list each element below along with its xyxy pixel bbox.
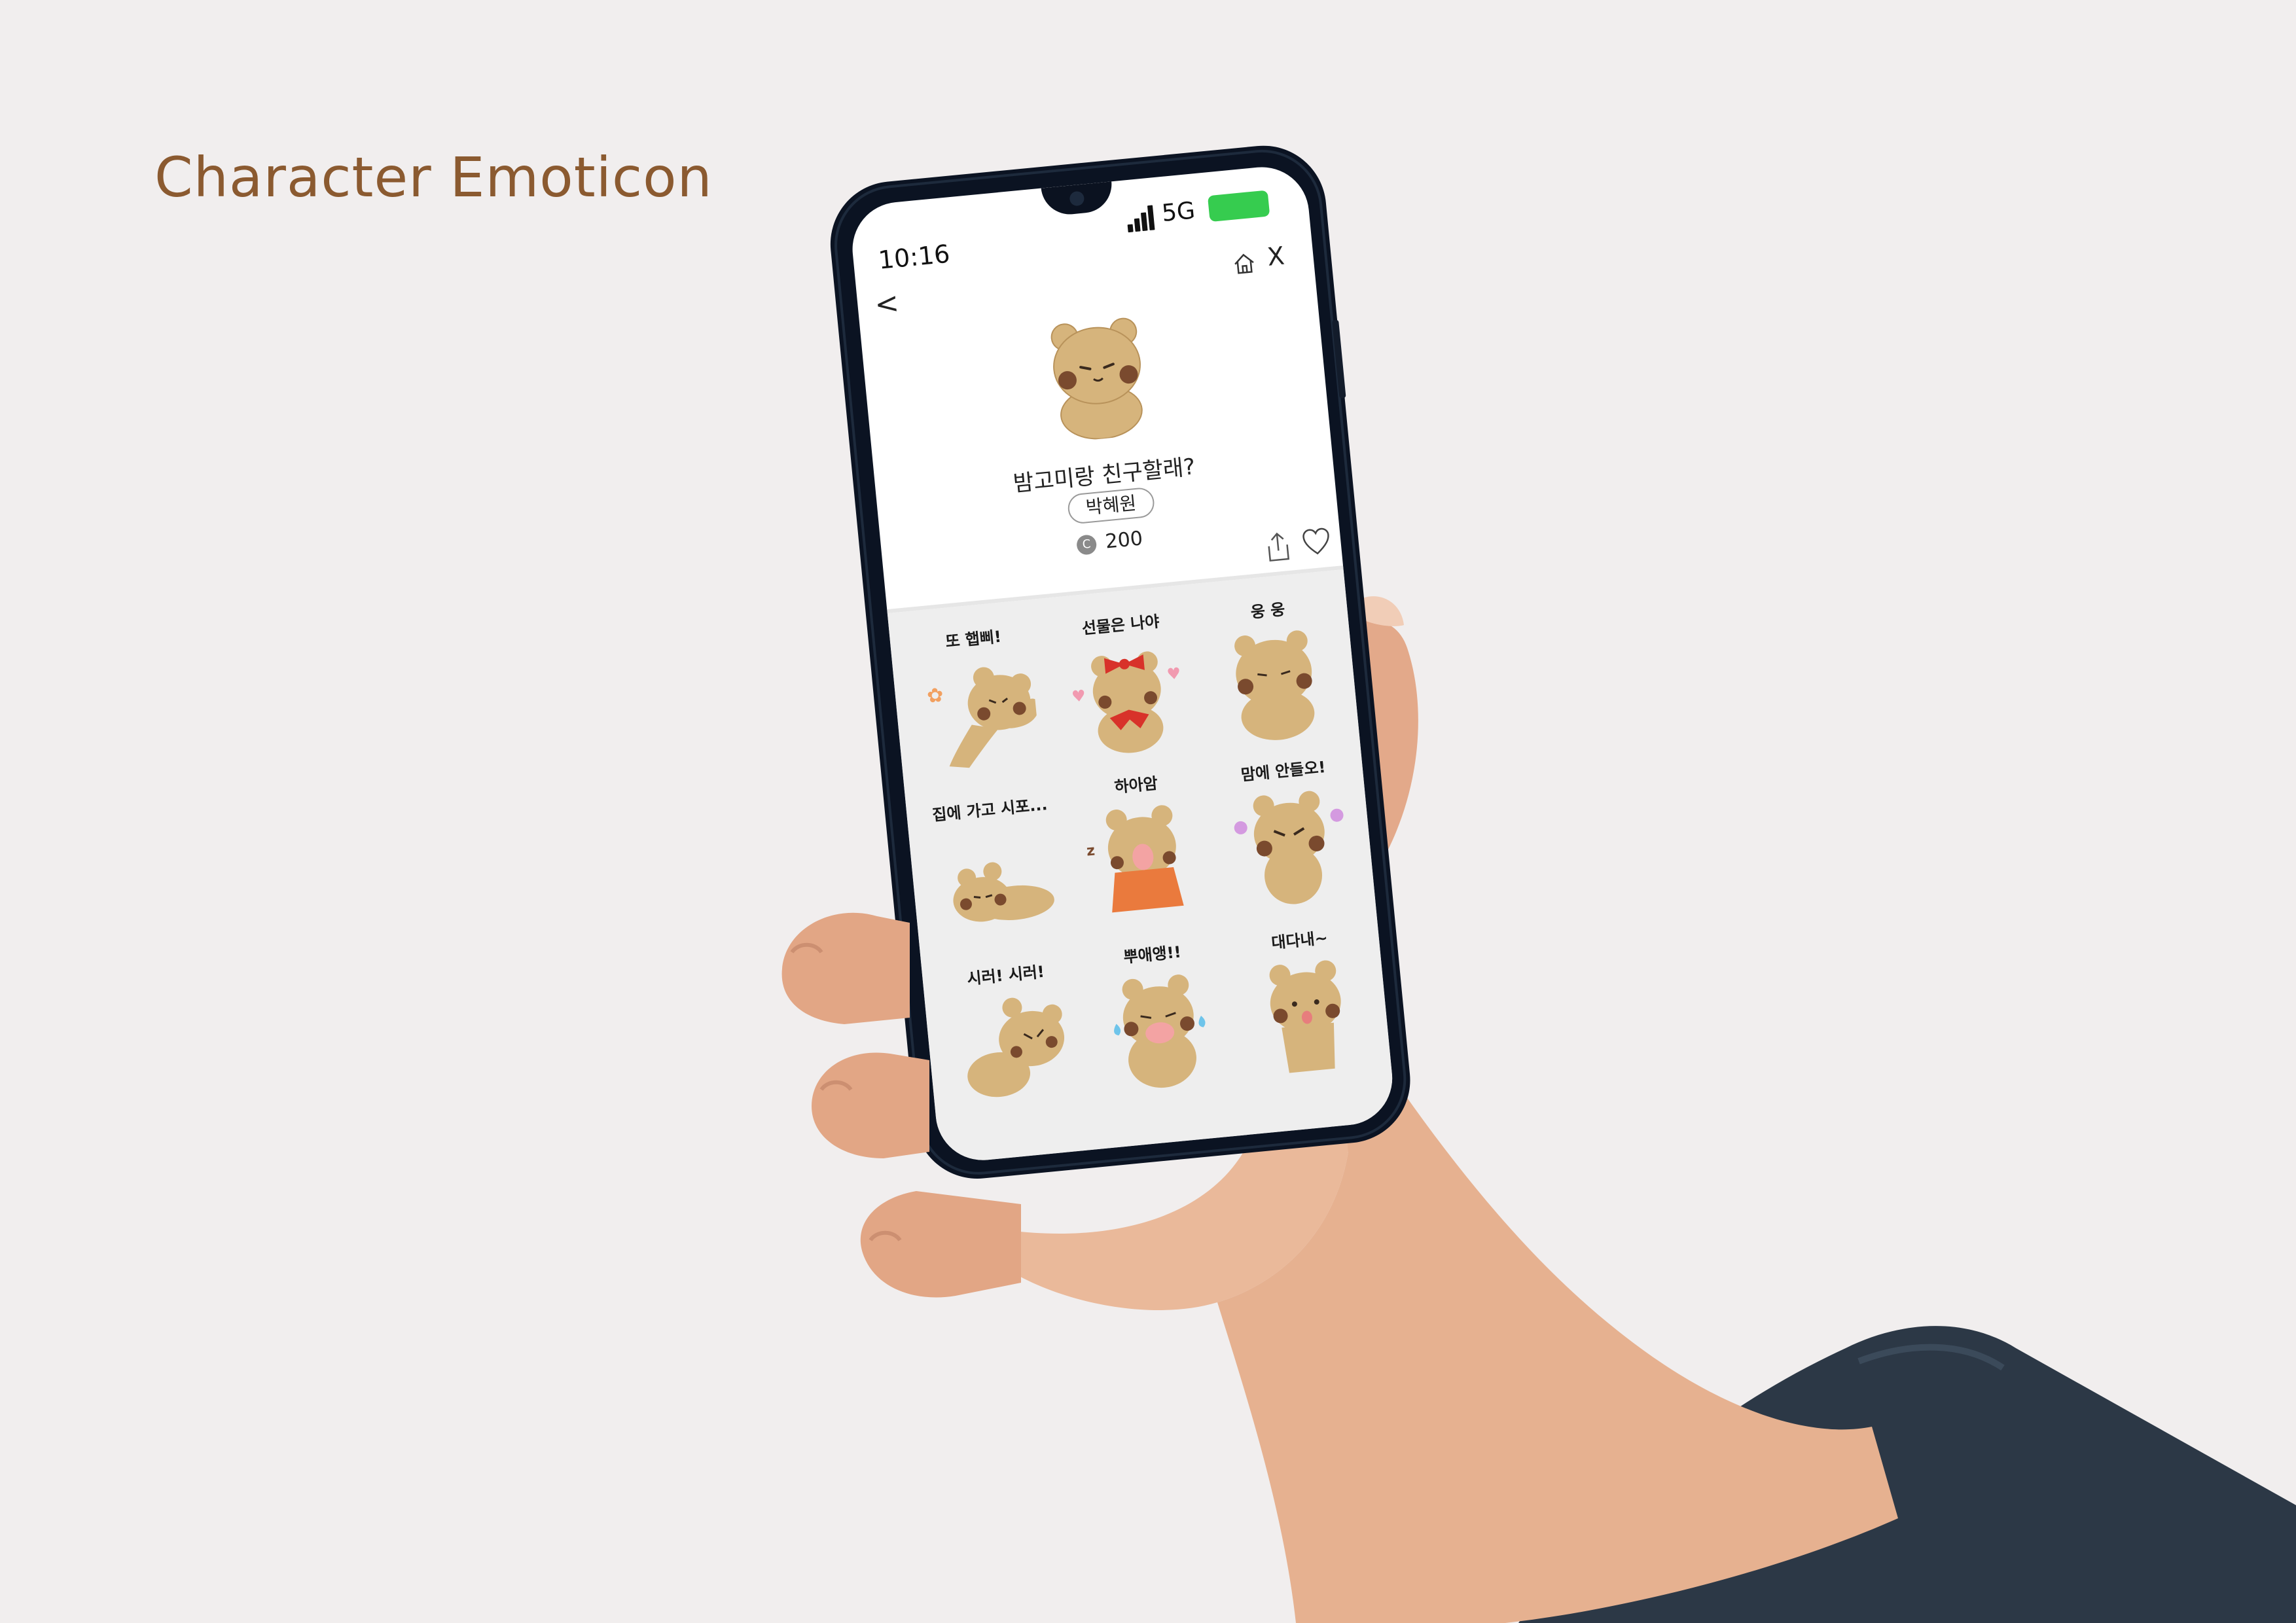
hand-finger-1: [781, 912, 910, 1024]
sticker-bear-awesome: [1269, 960, 1341, 1073]
author-badge[interactable]: 박혜원: [1066, 486, 1156, 525]
camera-notch: [1041, 181, 1115, 217]
svg-text:✿: ✿: [926, 684, 944, 708]
pack-cover-bear: [1050, 317, 1143, 440]
sticker-item[interactable]: 집에 가고 시포...: [920, 785, 1072, 961]
sticker-item[interactable]: 또 햅삐! ✿: [903, 615, 1056, 791]
sticker-bear-nod: [1234, 630, 1315, 740]
sticker-item[interactable]: 웅 웅: [1198, 586, 1350, 762]
signal-icon: [1126, 205, 1157, 233]
heart-icon[interactable]: [1300, 526, 1333, 559]
sticker-bear-happy: ✿: [926, 667, 1040, 768]
share-icon[interactable]: [1263, 529, 1294, 563]
network-label: 5G: [1160, 197, 1196, 228]
coin-icon: C: [1075, 534, 1098, 556]
close-button[interactable]: X: [1266, 241, 1285, 272]
sticker-bear-lying: [953, 862, 1054, 922]
home-icon[interactable]: [1230, 249, 1259, 278]
sticker-bear-crying: [1114, 974, 1206, 1088]
sticker-item[interactable]: 선물은 나야 ♥ ♥: [1050, 600, 1203, 776]
sticker-item[interactable]: 대다내~: [1229, 916, 1382, 1092]
sticker-bear-gift: ♥♥: [1071, 651, 1181, 753]
battery-icon: [1207, 190, 1270, 223]
sticker-item[interactable]: 시러! 시러!: [935, 950, 1088, 1126]
hand-finger-2: [812, 1052, 929, 1158]
back-button[interactable]: <: [873, 286, 901, 321]
price-value: 200: [1104, 527, 1144, 554]
svg-text:♥: ♥: [1166, 664, 1181, 684]
sticker-bear-refuse: [967, 997, 1065, 1097]
status-time: 10:16: [876, 239, 952, 275]
sticker-item[interactable]: 뿌애앵!!: [1082, 930, 1234, 1106]
phone-screen: 10:16 5G < X 밤고미랑 친구할래? 박혜원 C 200 또 햅삐!: [848, 162, 1397, 1165]
svg-text:♥: ♥: [1071, 687, 1086, 706]
sticker-item[interactable]: 맘에 안들오!: [1213, 746, 1366, 922]
hand-finger-3: [860, 1191, 1021, 1298]
sticker-bear-yawn: z: [1086, 805, 1184, 913]
svg-text:z: z: [1086, 842, 1096, 859]
sticker-bear-angry: [1234, 791, 1344, 904]
sticker-item[interactable]: 하아암 z: [1066, 760, 1219, 936]
sticker-grid: 또 햅삐! ✿ 선물은 나야 ♥ ♥ 웅 웅 집에 가고 시포... 하아암 z…: [887, 569, 1397, 1165]
